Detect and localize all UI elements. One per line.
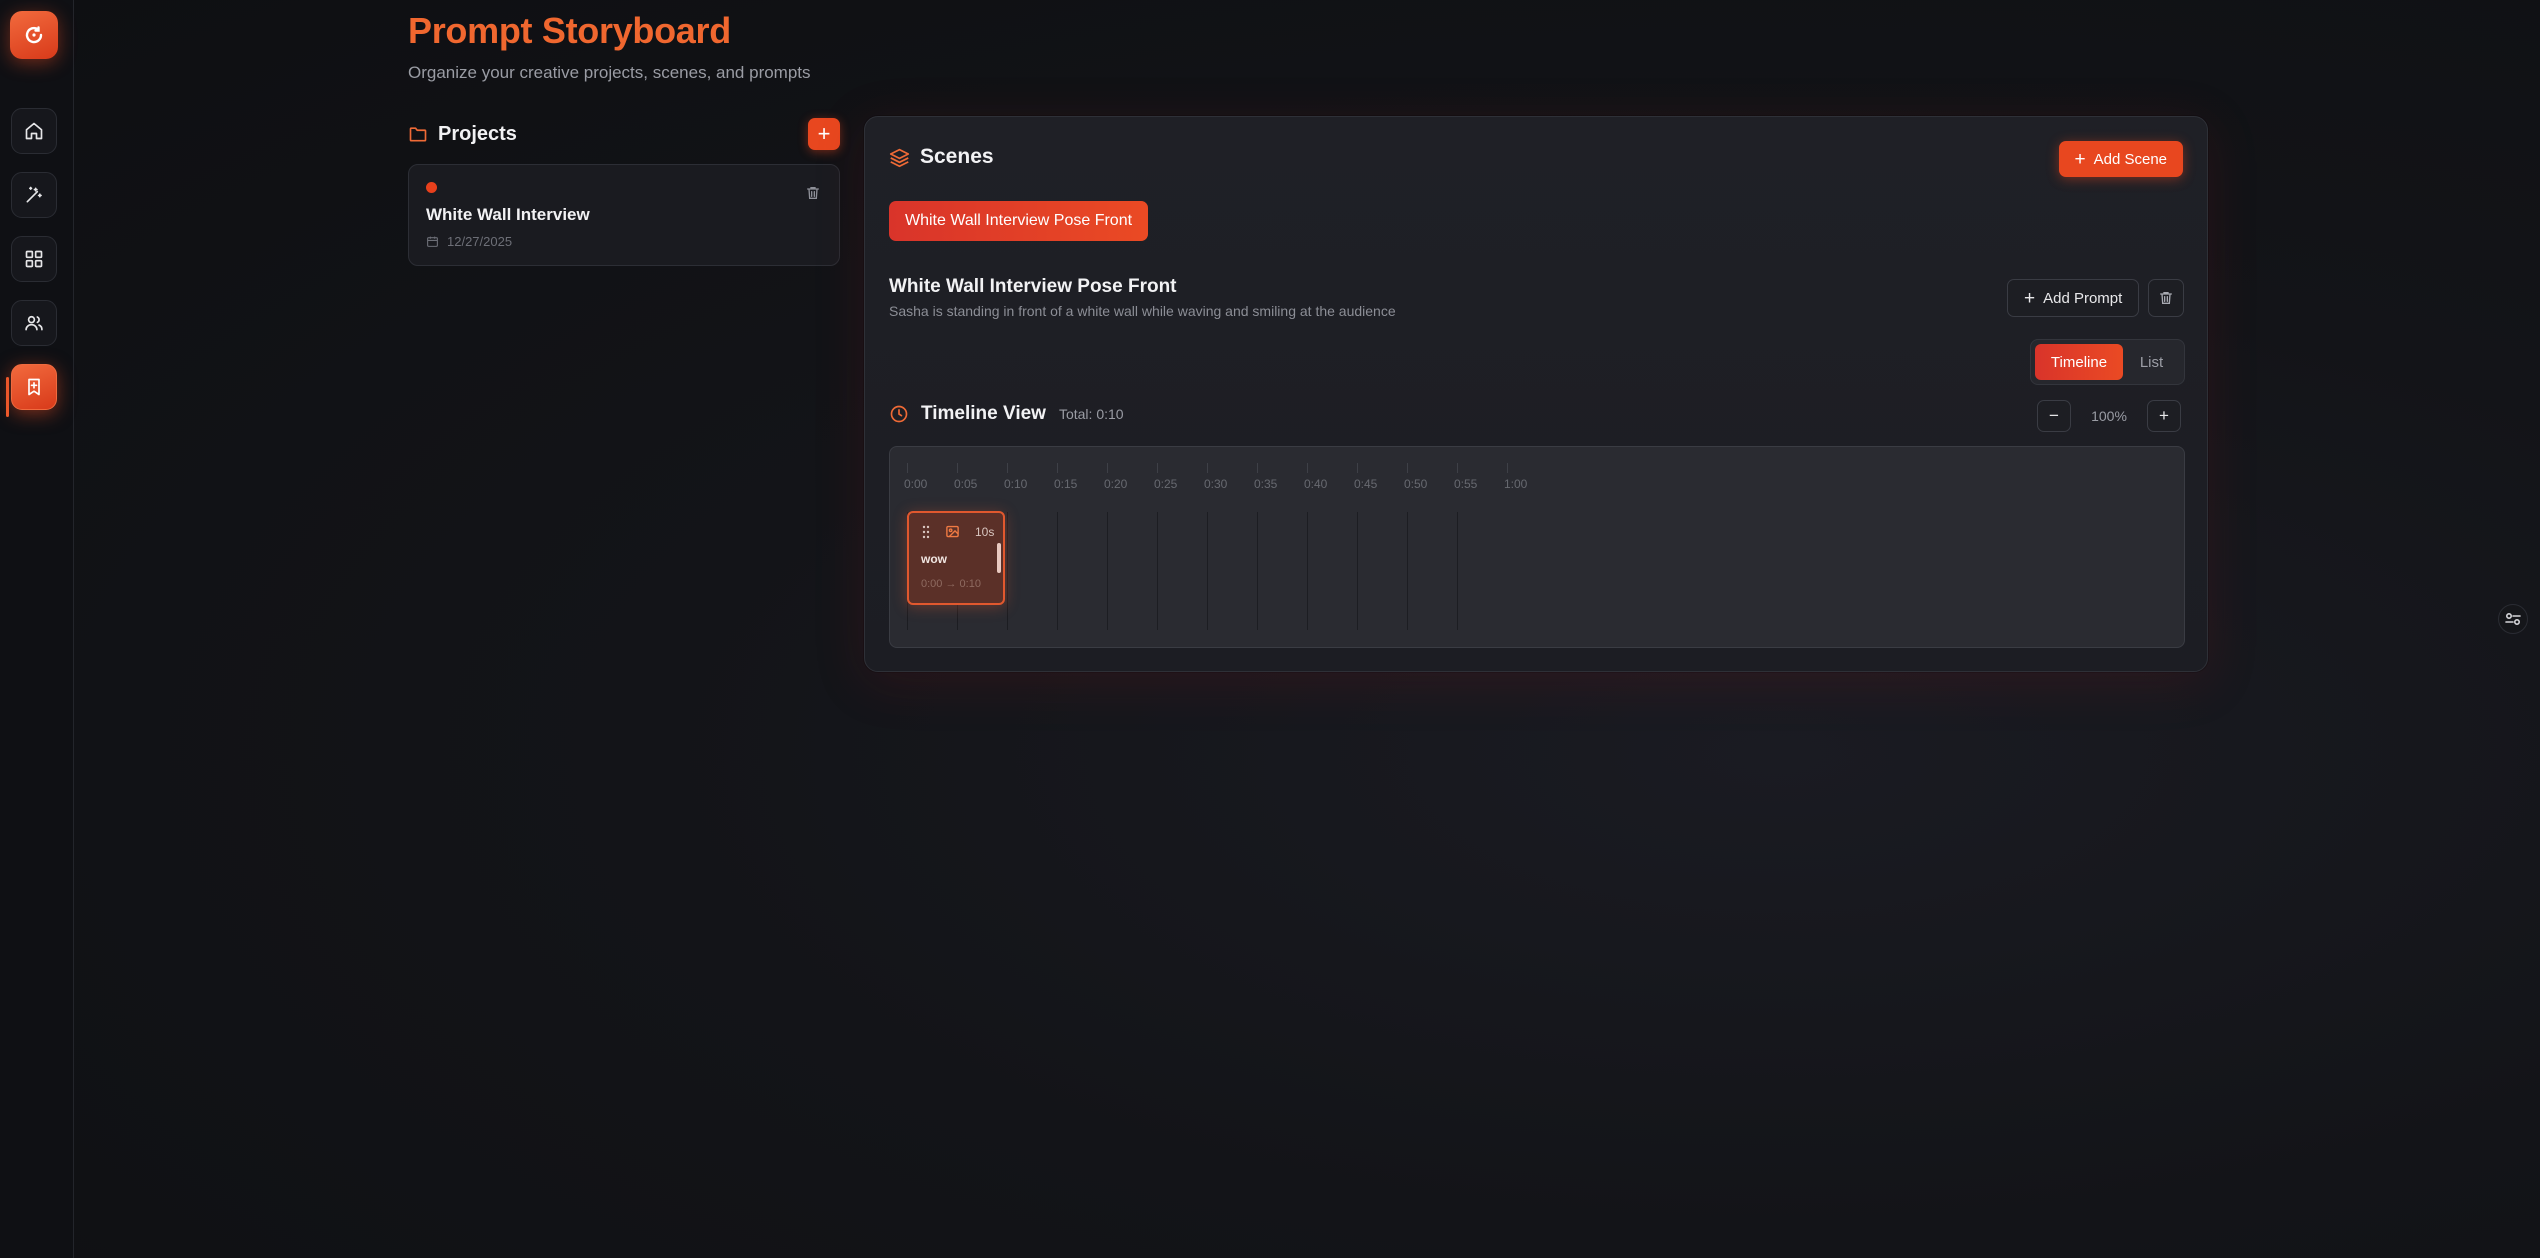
tick-mark [1107,463,1108,473]
page-title: Prompt Storyboard [408,10,731,51]
tick-mark [1407,463,1408,473]
layers-icon [889,148,910,167]
tick-mark [1157,463,1158,473]
drag-handle-icon[interactable] [921,525,931,539]
tick-mark [907,463,908,473]
tick-mark [1457,463,1458,473]
bookmark-icon [28,378,40,396]
tick-label: 0:25 [1154,477,1178,491]
track-gridline [1407,512,1408,630]
scene-description: Sasha is standing in front of a white wa… [889,303,1396,319]
add-prompt-label: Add Prompt [2043,289,2123,307]
track-gridline [1357,512,1358,630]
tick-mark [957,463,958,473]
folder-icon [409,127,427,142]
tick-label: 0:10 [1004,477,1028,491]
track-gridline [1007,512,1008,630]
scene-title: White Wall Interview Pose Front [889,276,1177,297]
tick-label: 0:40 [1304,477,1328,491]
timeline-clip[interactable]: 10s wow 0:00 → 0:10 [907,511,1005,605]
scenes-panel: Scenes + Add Scene White Wall Interview … [864,116,2208,672]
list-view-tab[interactable]: List [2123,344,2180,380]
projects-title: Projects [438,122,517,145]
project-card[interactable]: White Wall Interview 12/27/2025 [408,164,840,266]
project-name: White Wall Interview [426,205,590,224]
grid-icon [25,250,43,268]
tick-label: 0:30 [1204,477,1228,491]
sidebar-item-generate[interactable] [11,172,57,218]
track-gridline [1457,512,1458,630]
delete-scene-button[interactable] [2148,279,2184,317]
plus-icon: + [2024,287,2036,309]
track-gridline [1057,512,1058,630]
track-gridline [1157,512,1158,630]
tick-mark [1307,463,1308,473]
tick-label: 0:05 [954,477,978,491]
scenes-title: Scenes [920,145,994,168]
users-icon [25,315,43,331]
clock-icon [890,405,908,423]
page-subtitle: Organize your creative projects, scenes,… [408,63,811,82]
track-gridline [1107,512,1108,630]
plus-icon: + [2074,148,2086,170]
sidebar [0,0,74,1258]
add-project-button[interactable]: + [808,118,840,150]
track-gridline [1257,512,1258,630]
zoom-in-button[interactable]: + [2147,400,2181,432]
tick-label: 0:50 [1404,477,1428,491]
home-icon [25,122,43,140]
tick-mark [1207,463,1208,473]
timeline-view-tab[interactable]: Timeline [2035,344,2123,380]
project-date-text: 12/27/2025 [447,234,513,249]
tick-label: 0:35 [1254,477,1278,491]
tick-label: 0:55 [1454,477,1478,491]
tick-label: 0:45 [1354,477,1378,491]
project-date: 12/27/2025 [426,234,512,249]
tick-label: 0:20 [1104,477,1128,491]
scene-tab[interactable]: White Wall Interview Pose Front [889,201,1149,241]
image-icon [946,525,959,538]
floating-settings-button[interactable] [2498,604,2528,634]
trash-icon [807,187,819,199]
sidebar-item-home[interactable] [11,108,57,154]
timeline-header: Timeline View Total: 0:10 [889,403,1124,425]
delete-project-button[interactable] [805,185,821,201]
add-scene-button[interactable]: + Add Scene [2058,141,2183,177]
tick-mark [1057,463,1058,473]
tick-mark [1007,463,1008,473]
trash-icon [2160,292,2172,304]
timeline-total: Total: 0:10 [1058,406,1124,422]
projects-header: Projects + [408,118,840,150]
tick-mark [1357,463,1358,473]
clip-resize-handle[interactable] [997,543,1001,573]
zoom-out-button[interactable]: − [2037,400,2071,432]
tick-label: 1:00 [1504,477,1528,491]
sidebar-item-storyboard[interactable] [11,364,57,410]
add-prompt-button[interactable]: + Add Prompt [2007,279,2140,317]
timeline-title: Timeline View [921,403,1046,424]
tick-label: 0:15 [1054,477,1078,491]
clip-label: wow [921,552,947,566]
logo-icon [25,26,43,44]
tick-label: 0:00 [904,477,928,491]
sidebar-item-dashboard[interactable] [11,236,57,282]
clip-time-range: 0:00 → 0:10 [921,578,981,590]
track-gridline [1307,512,1308,630]
zoom-level: 100% [2091,408,2127,424]
tick-mark [1507,463,1508,473]
project-status-dot [426,182,437,193]
view-toggle: Timeline List [2030,339,2185,385]
clip-duration: 10s [975,525,995,539]
add-scene-label: Add Scene [2093,150,2167,168]
magic-wand-icon [26,186,42,203]
toggle-settings-icon [2505,612,2521,626]
tick-mark [1257,463,1258,473]
calendar-icon [427,236,438,247]
timeline-track[interactable]: 0:00 0:05 0:10 0:15 0:20 0:25 0:30 0:35 0:40 0:45… [889,446,2185,648]
sidebar-item-users[interactable] [11,300,57,346]
track-gridline [1207,512,1208,630]
scenes-header: Scenes [889,145,994,169]
active-indicator [6,377,9,417]
app-logo[interactable] [10,11,58,59]
